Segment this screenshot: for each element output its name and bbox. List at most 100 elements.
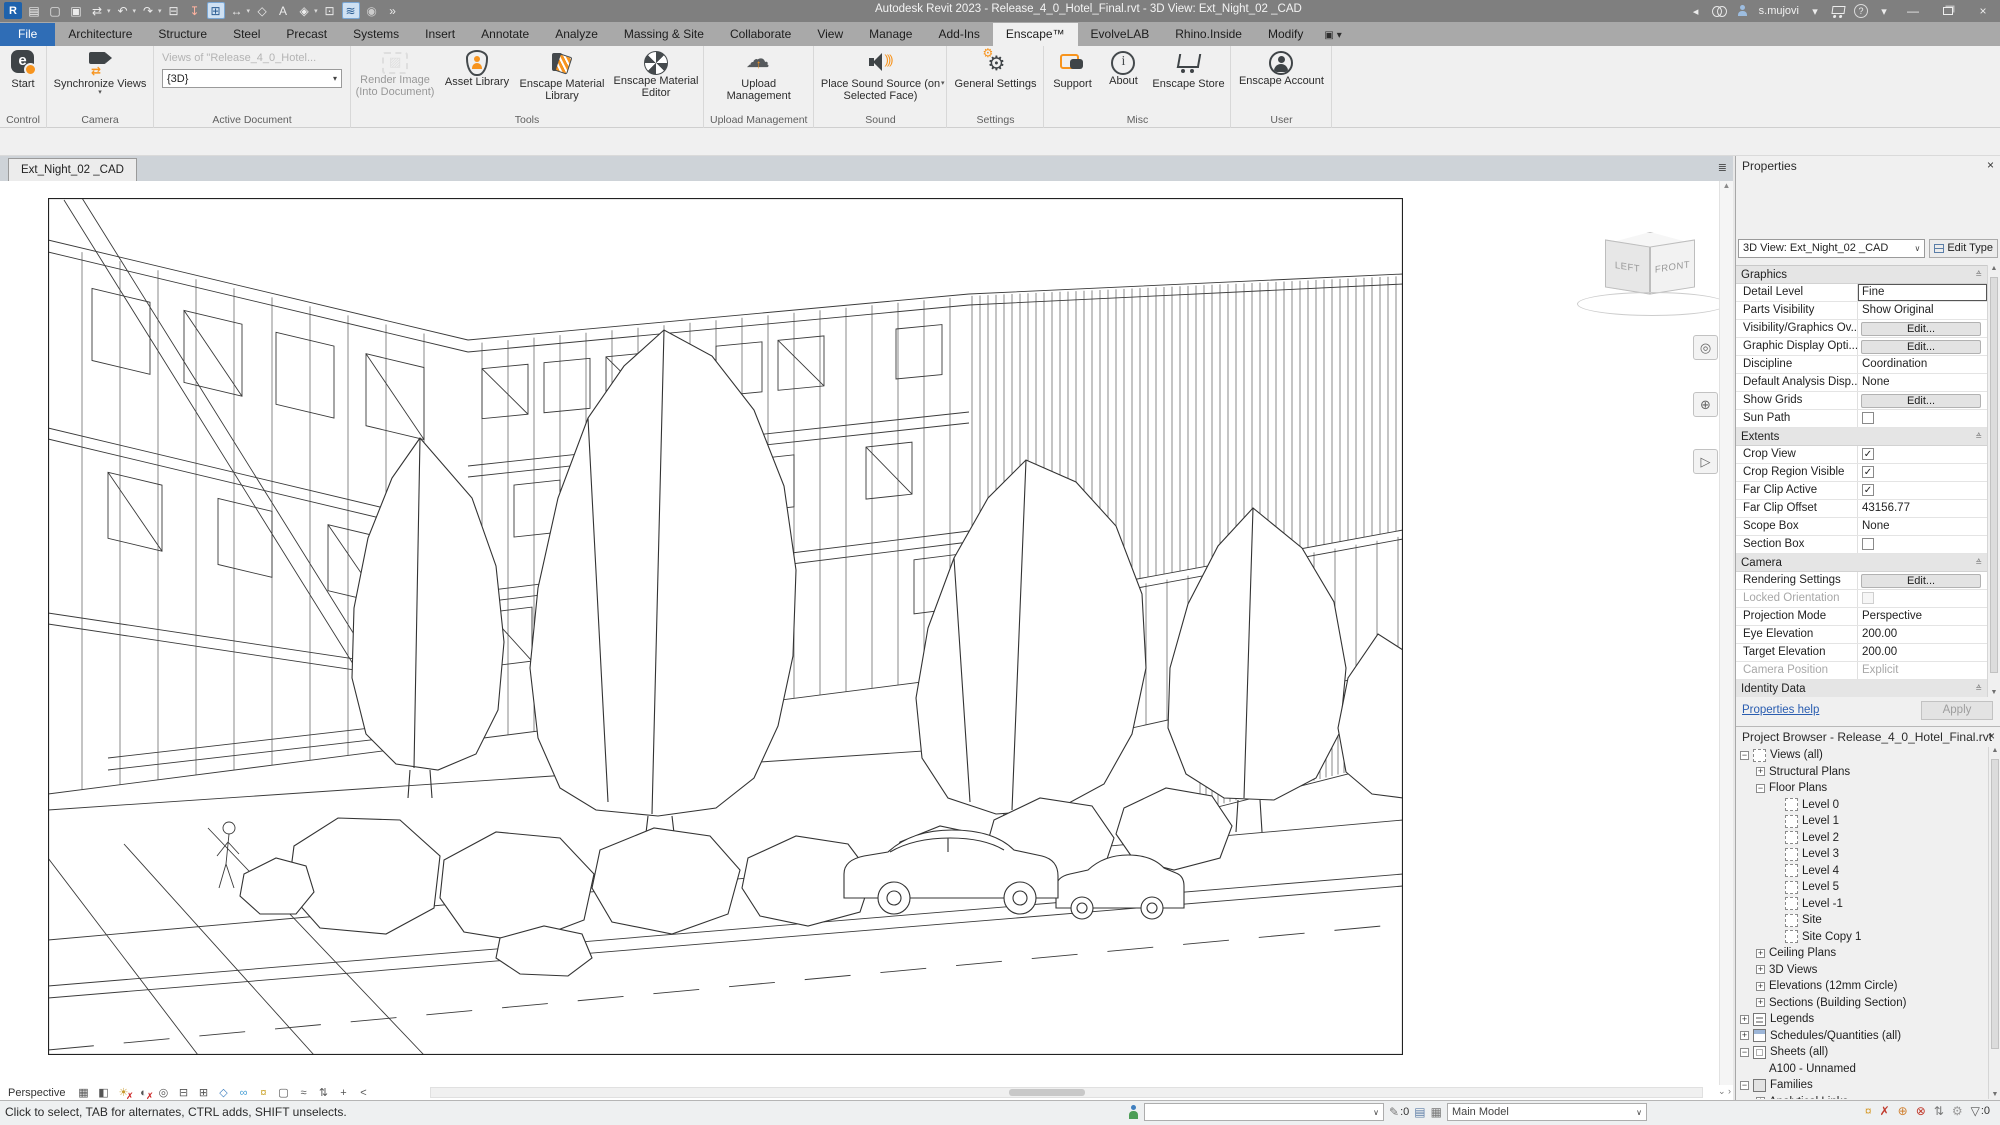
prop-section-identity-data[interactable]: Identity Data≙ (1736, 680, 1987, 697)
tab-structure[interactable]: Structure (145, 23, 220, 46)
tab-insert[interactable]: Insert (412, 23, 468, 46)
property-row-show-grids[interactable]: Show GridsEdit... (1736, 392, 1987, 410)
analytical-model-icon[interactable]: ≈ (295, 1086, 311, 1100)
reveal-hidden-icon[interactable]: ¤ (255, 1086, 271, 1100)
tree-item-legends[interactable]: +Legends (1736, 1011, 1987, 1028)
tab-analyze[interactable]: Analyze (542, 23, 611, 46)
sync-with-central-icon[interactable]: ⇄ (88, 2, 106, 19)
tree-twisty-icon[interactable]: + (1756, 767, 1765, 776)
collapse-bar-icon[interactable]: < (355, 1086, 371, 1100)
viewcube[interactable]: LEFT FRONT (1585, 232, 1725, 316)
place-sound-source-button-caret[interactable]: ▾ (941, 81, 945, 87)
property-row-default-analysis-disp[interactable]: Default Analysis Disp...None (1736, 374, 1987, 392)
redo-icon[interactable]: ↷ (139, 2, 157, 19)
tree-twisty-icon[interactable]: − (1740, 751, 1749, 760)
more-commands-icon[interactable]: » (384, 2, 402, 19)
workspace-icon[interactable]: ◉ (363, 2, 381, 19)
help-icon[interactable]: ? (1854, 4, 1868, 18)
text-icon[interactable]: A (274, 2, 292, 19)
exclude-options-icon[interactable]: ✗ (1880, 1104, 1890, 1118)
graphic-display-opti-edit-button[interactable]: Edit... (1861, 340, 1981, 355)
tree-item-floor-plans[interactable]: −Floor Plans (1736, 780, 1987, 797)
redo-icon-caret[interactable]: ▾ (158, 7, 162, 15)
tab-modify[interactable]: Modify (1255, 23, 1316, 46)
material-editor-button[interactable]: Enscape Material Editor (609, 48, 703, 100)
tree-twisty-icon[interactable]: + (1756, 998, 1765, 1007)
property-row-locked-orientation[interactable]: Locked Orientation (1736, 590, 1987, 608)
place-sound-source-button[interactable]: )))Place Sound Source (on Selected Face)… (814, 48, 946, 103)
orient-view-icon[interactable]: ▷ (1693, 449, 1718, 474)
tree-item-schedules-quantities-all[interactable]: +Schedules/Quantities (all) (1736, 1028, 1987, 1045)
tree-item-analytical-links[interactable]: +Analytical Links (1736, 1094, 1987, 1100)
user-menu-caret[interactable]: ▾ (1808, 2, 1822, 20)
tree-item-structural-plans[interactable]: +Structural Plans (1736, 764, 1987, 781)
save-orientation-icon[interactable]: ◇ (215, 1086, 231, 1100)
tree-twisty-icon[interactable]: + (1740, 1031, 1749, 1040)
tree-item-level-5[interactable]: Level 5 (1736, 879, 1987, 896)
tree-item-a100-unnamed[interactable]: A100 - Unnamed (1736, 1061, 1987, 1078)
visual-style-icon[interactable]: ◧ (95, 1086, 111, 1100)
properties-close-icon[interactable]: × (1987, 158, 1994, 172)
prop-section-extents[interactable]: Extents≙ (1736, 428, 1987, 446)
tree-twisty-icon[interactable]: − (1756, 784, 1765, 793)
tab-file[interactable]: File (0, 23, 55, 46)
property-row-sun-path[interactable]: Sun Path (1736, 410, 1987, 428)
file-tabs-icon[interactable]: ▤ (25, 2, 43, 19)
tree-item-sheets-all[interactable]: −Sheets (all) (1736, 1044, 1987, 1061)
tab-architecture[interactable]: Architecture (55, 23, 145, 46)
thin-lines-icon[interactable]: ≋ (342, 2, 360, 19)
tab-systems[interactable]: Systems (340, 23, 412, 46)
pdf-export-icon[interactable]: ↧ (186, 2, 204, 19)
view-scale-icon[interactable]: ▦ (75, 1086, 91, 1100)
viewcube-front-face[interactable]: FRONT (1650, 239, 1695, 294)
property-row-visibility-graphics-ov[interactable]: Visibility/Graphics Ov...Edit... (1736, 320, 1987, 338)
tab-precast[interactable]: Precast (273, 23, 340, 46)
properties-header[interactable]: Properties × (1736, 156, 2000, 176)
upload-management-button[interactable]: Upload Management (710, 48, 808, 103)
property-row-section-box[interactable]: Section Box (1736, 536, 1987, 554)
view-tab-list-icon[interactable]: ≣ (1718, 161, 1727, 174)
shadows-icon[interactable]: ◐✗ (135, 1086, 151, 1100)
property-row-rendering-settings[interactable]: Rendering SettingsEdit... (1736, 572, 1987, 590)
visibility-graphics-ov-edit-button[interactable]: Edit... (1861, 322, 1981, 337)
tree-twisty-icon[interactable]: − (1740, 1048, 1749, 1057)
section-box-checkbox[interactable] (1862, 538, 1874, 550)
reveal-hidden-elements-icon[interactable]: ¤ (1865, 1104, 1872, 1118)
vertical-scrollbar[interactable]: ▲ (1719, 181, 1733, 1085)
editable-only-icon[interactable]: ✎:0 (1389, 1105, 1409, 1119)
signed-in-user-icon[interactable] (1736, 2, 1750, 20)
prop-section-camera[interactable]: Camera≙ (1736, 554, 1987, 572)
aligned-dimension-icon-caret[interactable]: ▾ (247, 7, 251, 15)
viewcube-left-face[interactable]: LEFT (1605, 239, 1650, 294)
tree-item-level-0[interactable]: Level 0 (1736, 797, 1987, 814)
undo-icon-caret[interactable]: ▾ (133, 7, 137, 15)
crop-view-checkbox[interactable]: ✓ (1862, 448, 1874, 460)
tree-item-level-4[interactable]: Level 4 (1736, 863, 1987, 880)
revit-logo[interactable]: R (4, 2, 22, 19)
enscape-store-button[interactable]: Enscape Store (1146, 48, 1230, 91)
property-row-camera-position[interactable]: Camera PositionExplicit (1736, 662, 1987, 680)
default-3d-view-icon-caret[interactable]: ▾ (314, 7, 318, 15)
save-icon[interactable]: ▣ (67, 2, 85, 19)
start-button[interactable]: Start (0, 48, 46, 91)
drawing-area[interactable]: LEFT FRONT ◎ ⊕ ▷ ▲ Perspective ▦◧☀✗◐✗◎⊟⊞… (0, 181, 1733, 1100)
tree-item-views-all[interactable]: −Views (all) (1736, 747, 1987, 764)
tab-enscape[interactable]: Enscape™ (993, 23, 1078, 46)
rendering-dialog-icon[interactable]: ◎ (155, 1086, 171, 1100)
scroll-corner-icons[interactable]: ⌄ › (1718, 1086, 1731, 1097)
show-crop-region-icon[interactable]: ⊞ (195, 1086, 211, 1100)
properties-scrollbar[interactable]: ▲▼ (1987, 265, 2000, 697)
settings-gear-icon[interactable]: ⚙ (1952, 1104, 1963, 1118)
properties-help-link[interactable]: Properties help (1742, 704, 1819, 716)
tree-item-site[interactable]: Site (1736, 912, 1987, 929)
editing-requests-icon[interactable]: ▤ (1414, 1105, 1425, 1119)
tab-rhino-inside[interactable]: Rhino.Inside (1162, 23, 1255, 46)
asset-library-button[interactable]: Asset Library (439, 48, 515, 89)
tree-item-families[interactable]: −Families (1736, 1077, 1987, 1094)
help-menu-caret[interactable]: ▾ (1877, 2, 1891, 20)
tree-item-level-2[interactable]: Level 2 (1736, 830, 1987, 847)
tree-item-ceiling-plans[interactable]: +Ceiling Plans (1736, 945, 1987, 962)
property-row-projection-mode[interactable]: Projection ModePerspective (1736, 608, 1987, 626)
tab-massing-site[interactable]: Massing & Site (611, 23, 717, 46)
temporary-hide-isolate-icon[interactable]: ∞ (235, 1086, 251, 1100)
